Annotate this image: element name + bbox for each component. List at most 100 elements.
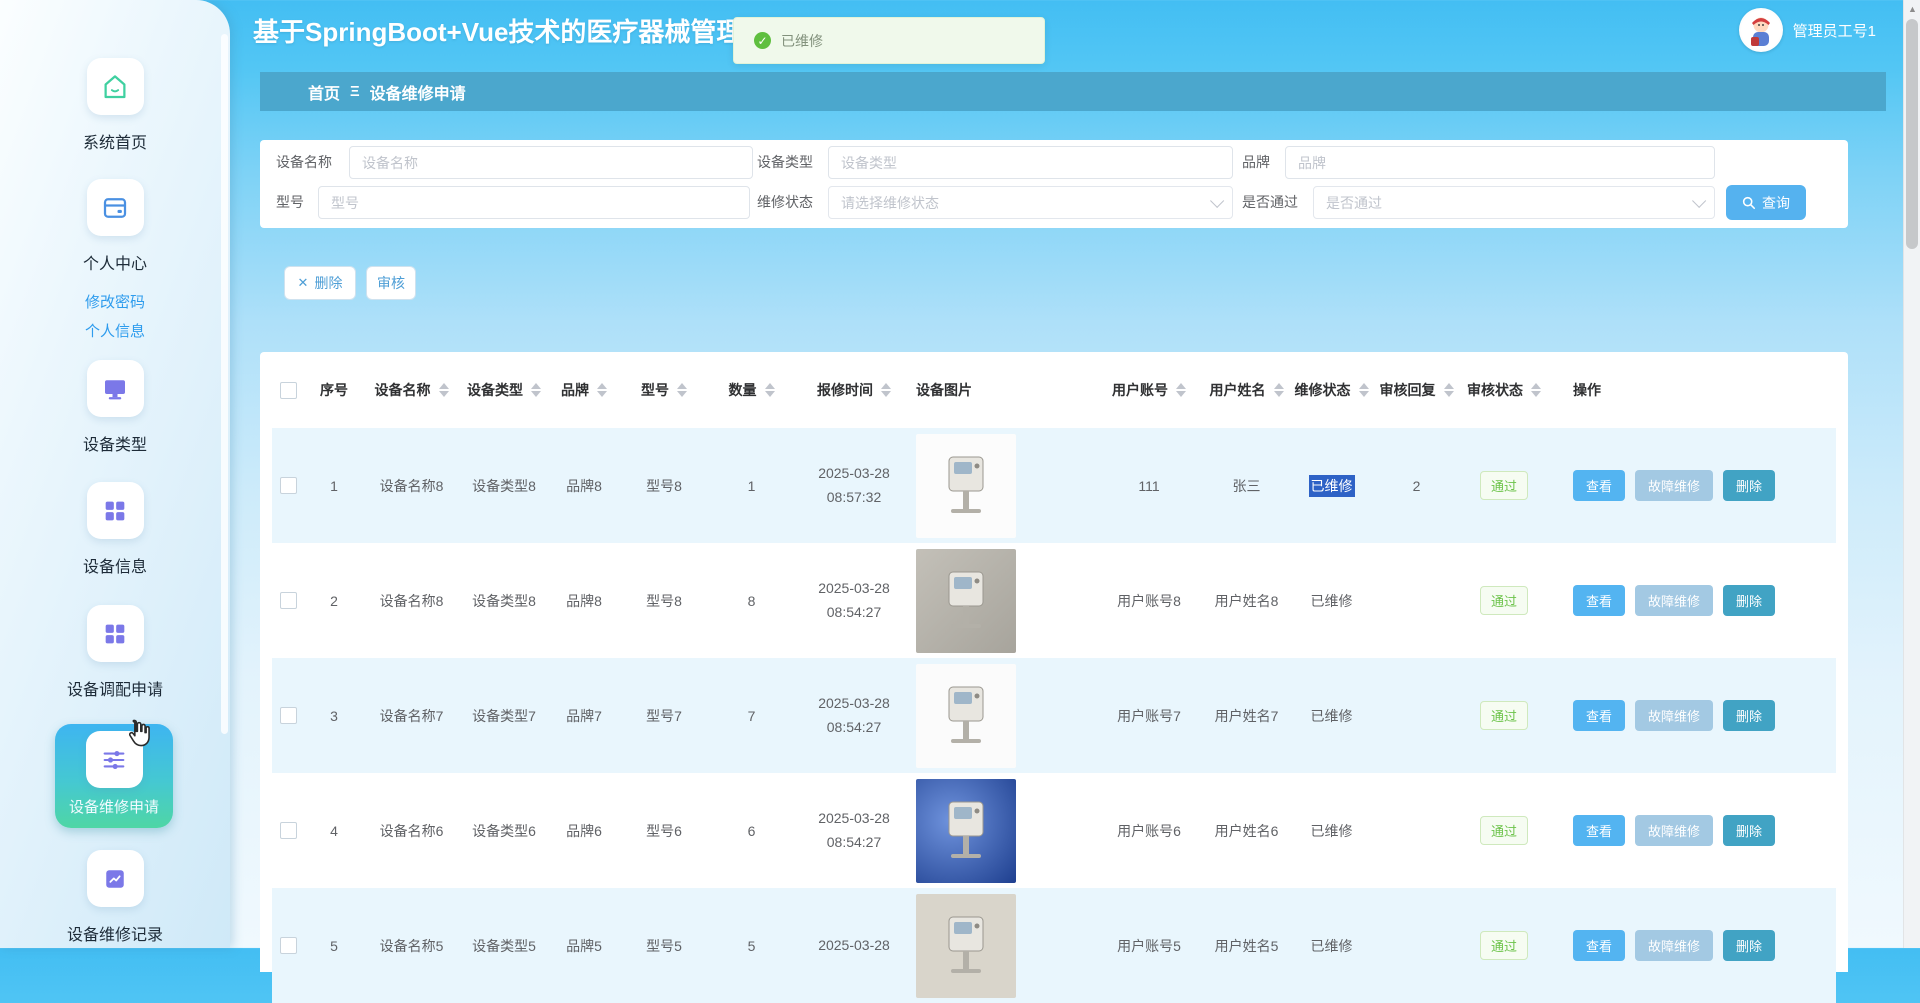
cell-select xyxy=(272,707,304,724)
column-header-model[interactable]: 型号 xyxy=(619,380,709,400)
view-button[interactable]: 查看 xyxy=(1573,700,1625,731)
sort-carets-icon[interactable] xyxy=(1531,383,1541,397)
sort-carets-icon[interactable] xyxy=(597,383,607,397)
brand-input[interactable] xyxy=(1285,146,1715,179)
view-button[interactable]: 查看 xyxy=(1573,585,1625,616)
repair-status-select[interactable]: 请选择维修状态 xyxy=(828,186,1233,219)
model-input[interactable] xyxy=(318,186,750,219)
table-row: 1设备名称8设备类型8品牌8型号812025-03-2808:57:32111张… xyxy=(272,428,1836,543)
row-checkbox[interactable] xyxy=(280,822,297,839)
page-scrollbar[interactable]: ▲ xyxy=(1903,0,1920,948)
delete-row-button[interactable]: 删除 xyxy=(1723,815,1775,846)
column-label: 设备图片 xyxy=(916,380,972,400)
cell-actions: 查看故障维修删除 xyxy=(1549,470,1836,501)
cell-time: 2025-03-2808:57:32 xyxy=(794,462,914,510)
device-image xyxy=(916,434,1016,538)
delete-row-button[interactable]: 删除 xyxy=(1723,930,1775,961)
column-header-brand[interactable]: 品牌 xyxy=(549,380,619,400)
column-header-time[interactable]: 报修时间 xyxy=(794,380,914,400)
delete-row-button[interactable]: 删除 xyxy=(1723,585,1775,616)
page-scrollbar-thumb[interactable] xyxy=(1906,19,1918,249)
sidebar-scrollbar[interactable] xyxy=(221,34,228,734)
cell-audit_status: 通过 xyxy=(1459,471,1549,500)
audit-pass-tag[interactable]: 通过 xyxy=(1480,586,1528,615)
repair-status-text: 已维修 xyxy=(1309,475,1355,497)
sidebar-item-profile[interactable]: 个人中心 xyxy=(0,179,230,274)
audit-pass-tag[interactable]: 通过 xyxy=(1480,471,1528,500)
sort-carets-icon[interactable] xyxy=(439,383,449,397)
column-header-type[interactable]: 设备类型 xyxy=(459,380,549,400)
audit-pass-tag[interactable]: 通过 xyxy=(1480,701,1528,730)
sort-carets-icon[interactable] xyxy=(1359,383,1369,397)
select-all-cell[interactable] xyxy=(272,382,304,399)
avatar[interactable] xyxy=(1739,8,1783,52)
sidebar-item-device-repair-records[interactable]: 设备维修记录 xyxy=(0,850,230,945)
pass-select[interactable]: 是否通过 xyxy=(1313,186,1715,219)
column-header-qty[interactable]: 数量 xyxy=(709,380,794,400)
column-header-name[interactable]: 设备名称 xyxy=(364,380,459,400)
sidebar-item-device-info[interactable]: 设备信息 xyxy=(0,482,230,577)
column-header-account[interactable]: 用户账号 xyxy=(1094,380,1204,400)
sidebar-link-change-password[interactable]: 修改密码 xyxy=(0,291,230,312)
breadcrumb-home[interactable]: 首页 xyxy=(308,80,340,104)
sidebar-item-device-type[interactable]: 设备类型 xyxy=(0,360,230,455)
success-check-icon: ✓ xyxy=(754,32,771,49)
select-all-checkbox[interactable] xyxy=(280,382,297,399)
breadcrumb-current: 设备维修申请 xyxy=(370,80,466,104)
cell-type: 设备类型5 xyxy=(459,936,549,956)
user-block[interactable]: 管理员工号1 xyxy=(1739,8,1876,52)
sort-carets-icon[interactable] xyxy=(1176,383,1186,397)
sidebar-item-device-repair-request[interactable]: 设备维修申请 xyxy=(55,724,173,828)
audit-pass-tag[interactable]: 通过 xyxy=(1480,816,1528,845)
column-header-repair_status[interactable]: 维修状态 xyxy=(1289,380,1374,400)
cell-name: 设备名称8 xyxy=(364,591,459,611)
user-name: 管理员工号1 xyxy=(1793,20,1876,41)
fault-repair-button[interactable]: 故障维修 xyxy=(1635,930,1713,961)
sidebar-item-device-allocation[interactable]: 设备调配申请 xyxy=(0,605,230,700)
row-checkbox[interactable] xyxy=(280,477,297,494)
device-name-input[interactable] xyxy=(349,146,753,179)
cell-time: 2025-03-28 xyxy=(794,934,914,958)
delete-row-button[interactable]: 删除 xyxy=(1723,700,1775,731)
cell-repair_status: 已维修 xyxy=(1289,591,1374,611)
fault-repair-button[interactable]: 故障维修 xyxy=(1635,815,1713,846)
device-repair-table: 序号设备名称设备类型品牌型号数量报修时间设备图片用户账号用户姓名维修状态审核回复… xyxy=(260,352,1848,972)
cell-account: 用户账号7 xyxy=(1094,706,1204,726)
fault-repair-button[interactable]: 故障维修 xyxy=(1635,700,1713,731)
filter-label-repair-status: 维修状态 xyxy=(757,186,813,219)
sort-carets-icon[interactable] xyxy=(531,383,541,397)
cell-image xyxy=(914,894,1094,998)
fault-repair-button[interactable]: 故障维修 xyxy=(1635,585,1713,616)
search-button[interactable]: 查询 xyxy=(1726,185,1806,220)
column-header-audit_status[interactable]: 审核状态 xyxy=(1459,380,1549,400)
sidebar-link-personal-info[interactable]: 个人信息 xyxy=(0,320,230,341)
scroll-up-arrow-icon[interactable]: ▲ xyxy=(1904,0,1920,17)
table-row: 4设备名称6设备类型6品牌6型号662025-03-2808:54:27用户账号… xyxy=(272,773,1836,888)
sort-carets-icon[interactable] xyxy=(677,383,687,397)
view-button[interactable]: 查看 xyxy=(1573,470,1625,501)
column-header-person[interactable]: 用户姓名 xyxy=(1204,380,1289,400)
sort-carets-icon[interactable] xyxy=(1444,383,1454,397)
row-checkbox[interactable] xyxy=(280,937,297,954)
view-button[interactable]: 查看 xyxy=(1573,930,1625,961)
view-button[interactable]: 查看 xyxy=(1573,815,1625,846)
sidebar-item-home[interactable]: 系统首页 xyxy=(0,58,230,153)
cell-select xyxy=(272,477,304,494)
chevron-down-icon xyxy=(1210,193,1224,207)
audit-pass-tag[interactable]: 通过 xyxy=(1480,931,1528,960)
row-checkbox[interactable] xyxy=(280,707,297,724)
sort-carets-icon[interactable] xyxy=(765,383,775,397)
sort-carets-icon[interactable] xyxy=(1274,383,1284,397)
table-body: 1设备名称8设备类型8品牌8型号812025-03-2808:57:32111张… xyxy=(272,428,1836,1003)
delete-row-button[interactable]: 删除 xyxy=(1723,470,1775,501)
column-header-reply[interactable]: 审核回复 xyxy=(1374,380,1459,400)
delete-button[interactable]: ✕ 删除 xyxy=(284,266,356,300)
device-type-input[interactable] xyxy=(828,146,1233,179)
audit-button[interactable]: 审核 xyxy=(366,266,416,300)
fault-repair-button[interactable]: 故障维修 xyxy=(1635,470,1713,501)
row-checkbox[interactable] xyxy=(280,592,297,609)
sort-carets-icon[interactable] xyxy=(881,383,891,397)
cell-brand: 品牌5 xyxy=(549,936,619,956)
cell-select xyxy=(272,592,304,609)
cell-account: 用户账号8 xyxy=(1094,591,1204,611)
